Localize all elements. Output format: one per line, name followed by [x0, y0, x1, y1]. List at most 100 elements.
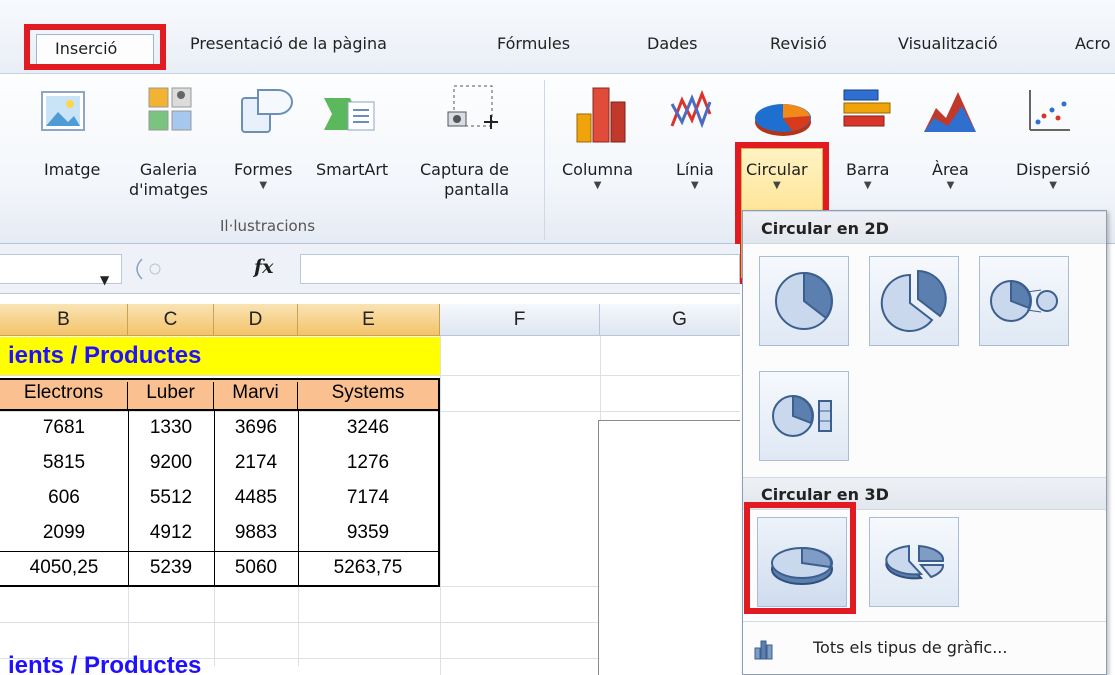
gridline — [440, 336, 441, 675]
illustrations-group-label: Il·lustracions — [220, 217, 316, 235]
data-table: 7681 1330 3696 3246 5815 9200 2174 1276 … — [0, 411, 440, 587]
tab-presentacio[interactable]: Presentació de la pàgina — [190, 34, 387, 53]
column-header-b[interactable]: B — [0, 304, 128, 336]
bar-of-pie-option[interactable] — [759, 371, 849, 461]
line-chart-icon[interactable] — [668, 86, 714, 138]
table-cell[interactable]: 9200 — [128, 452, 214, 474]
column-header-d[interactable]: D — [214, 304, 298, 336]
exploded-pie-3d-icon — [885, 544, 945, 580]
table-cell[interactable]: 4912 — [128, 522, 214, 544]
table-cell[interactable]: 606 — [0, 487, 128, 509]
shapes-icon[interactable] — [238, 84, 294, 140]
area-chart-icon[interactable] — [922, 88, 978, 138]
name-box[interactable]: ▼ — [0, 254, 122, 287]
smartart-icon[interactable] — [322, 92, 378, 140]
picture-icon[interactable] — [40, 88, 86, 138]
table-cell[interactable]: 5060 — [214, 557, 298, 579]
formula-controls: fx — [130, 254, 300, 284]
linia-label: Línia — [676, 160, 714, 179]
smartart-button[interactable]: SmartArt — [316, 160, 388, 180]
columna-button[interactable]: Columna ▼ — [562, 160, 633, 192]
column-chart-icon[interactable] — [575, 84, 631, 148]
barra-button[interactable]: Barra ▼ — [846, 160, 889, 192]
pie-2d-option[interactable] — [759, 256, 849, 346]
formula-dot-icon — [149, 263, 161, 275]
table-cell[interactable]: 5263,75 — [298, 557, 438, 579]
table-cell[interactable]: 5239 — [128, 557, 214, 579]
captura-label-1: Captura de — [420, 160, 510, 179]
header-cell-marvi: Marvi — [214, 382, 298, 410]
group-separator — [544, 80, 545, 240]
barra-dropdown-arrow: ▼ — [863, 180, 872, 191]
dispersio-button[interactable]: Dispersió ▼ — [1016, 160, 1090, 192]
pie-2d-icon — [775, 271, 833, 330]
column-header-f[interactable]: F — [440, 304, 600, 336]
galeria-label-1: Galeria — [139, 160, 198, 179]
fx-icon[interactable]: fx — [254, 256, 274, 278]
area-button[interactable]: Àrea ▼ — [932, 160, 969, 192]
formula-divider-icon — [136, 258, 143, 280]
table-cell[interactable]: 2174 — [214, 452, 298, 474]
columna-label: Columna — [562, 160, 634, 179]
section-circular-2d: Circular en 2D — [743, 211, 1106, 244]
tab-acrobat[interactable]: Acro — [1075, 34, 1110, 53]
dispersio-dropdown-arrow: ▼ — [1049, 180, 1057, 191]
table-title: ients / Productes — [0, 337, 440, 375]
screenshot-icon[interactable] — [444, 82, 500, 138]
area-dropdown-arrow: ▼ — [946, 180, 955, 191]
table-cell[interactable]: 1276 — [298, 452, 438, 474]
clip-art-icon[interactable] — [147, 86, 193, 138]
table-cell[interactable]: 4485 — [214, 487, 298, 509]
column-header-e[interactable]: E — [298, 304, 440, 336]
table-cell[interactable]: 3696 — [214, 417, 298, 439]
table-cell[interactable]: 2099 — [0, 522, 128, 544]
tab-formules[interactable]: Fórmules — [497, 34, 570, 53]
pie-3d-highlight-frame — [744, 502, 856, 614]
table-cell[interactable]: 3246 — [298, 417, 438, 439]
table-cell[interactable]: 7174 — [298, 487, 438, 509]
all-chart-types-item[interactable]: Tots els tipus de gràfic... — [743, 621, 1106, 674]
exploded-pie-2d-option[interactable] — [869, 256, 959, 346]
tab-insercio[interactable]: Inserció — [36, 34, 154, 64]
bar-of-pie-icon — [772, 394, 832, 437]
formes-button[interactable]: Formes ▼ — [234, 160, 292, 192]
column-header-g[interactable]: G — [600, 304, 740, 336]
table-cell[interactable]: 1330 — [128, 417, 214, 439]
header-cell-systems: Systems — [331, 382, 405, 403]
exploded-pie-3d-option[interactable] — [869, 517, 959, 607]
table-title-lower: ients / Productes — [8, 652, 202, 675]
column-header-c[interactable]: C — [128, 304, 214, 336]
table-cell[interactable]: 9359 — [298, 522, 438, 544]
header-cell-luber: Luber — [128, 382, 214, 410]
scatter-chart-icon[interactable] — [1026, 88, 1072, 138]
all-chart-types-icon — [753, 638, 775, 664]
pie-of-pie-option[interactable] — [979, 256, 1069, 346]
galeria-imatges-button[interactable]: Galeria d'imatges — [129, 160, 208, 200]
table-cell[interactable]: 5815 — [0, 452, 128, 474]
imatge-label: Imatge — [44, 160, 101, 179]
columna-dropdown-arrow: ▼ — [593, 180, 602, 191]
area-label: Àrea — [932, 160, 969, 179]
tab-visualitzacio[interactable]: Visualització — [898, 34, 998, 53]
captura-pantalla-button[interactable]: Captura de pantalla — [420, 160, 509, 200]
pie-chart-icon[interactable] — [752, 96, 814, 144]
imatge-button[interactable]: Imatge — [44, 160, 100, 180]
tab-dades[interactable]: Dades — [647, 34, 697, 53]
table-cell[interactable]: 4050,25 — [0, 557, 128, 579]
table-cell[interactable]: 7681 — [0, 417, 128, 439]
table-cell[interactable]: 5512 — [128, 487, 214, 509]
gridline — [0, 375, 740, 376]
pie-of-pie-icon — [990, 279, 1058, 322]
bar-chart-icon[interactable] — [842, 88, 892, 138]
galeria-label-2: d'imatges — [129, 180, 208, 199]
linia-button[interactable]: Línia ▼ — [676, 160, 714, 192]
formes-label: Formes — [234, 160, 293, 179]
name-box-dropdown-icon[interactable]: ▼ — [100, 273, 109, 287]
tab-revisio[interactable]: Revisió — [770, 34, 827, 53]
chart-area[interactable] — [598, 420, 740, 675]
table-cell[interactable]: 9883 — [214, 522, 298, 544]
all-chart-types-label: Tots els tipus de gràfic... — [813, 638, 1008, 657]
formes-dropdown-arrow: ▼ — [259, 180, 268, 191]
worksheet-grid[interactable]: B C D E F G ients / Productes Electrons … — [0, 294, 740, 675]
formula-input[interactable] — [300, 254, 740, 284]
